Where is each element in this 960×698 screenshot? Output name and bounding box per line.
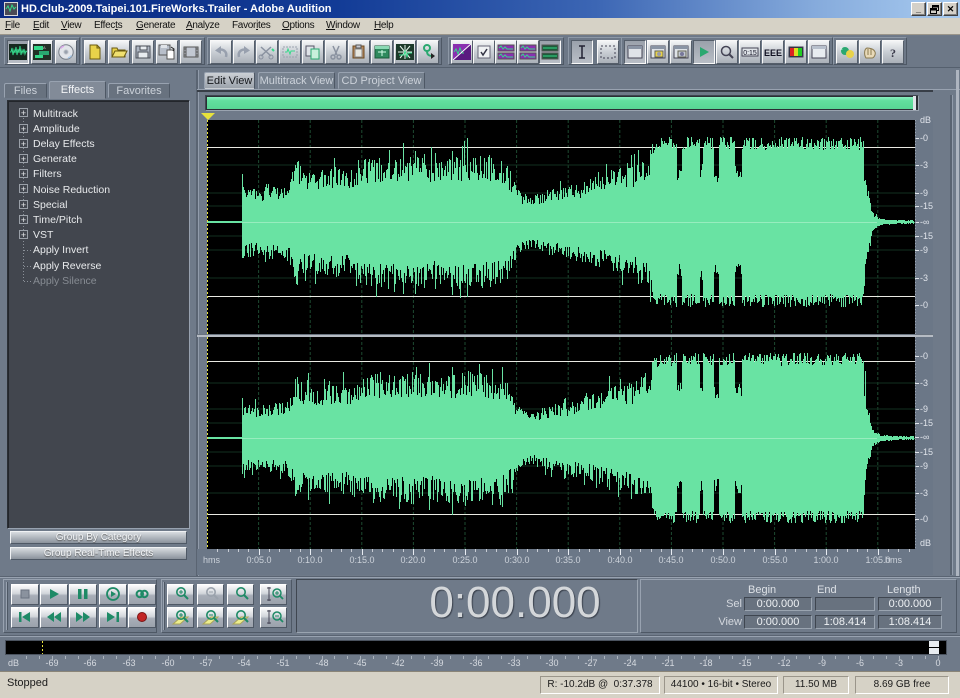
svg-text:0:15: 0:15 [743,50,757,57]
svg-text:A: A [43,45,46,50]
svg-text:EEE: EEE [764,48,782,58]
svg-text:?: ? [890,46,896,60]
